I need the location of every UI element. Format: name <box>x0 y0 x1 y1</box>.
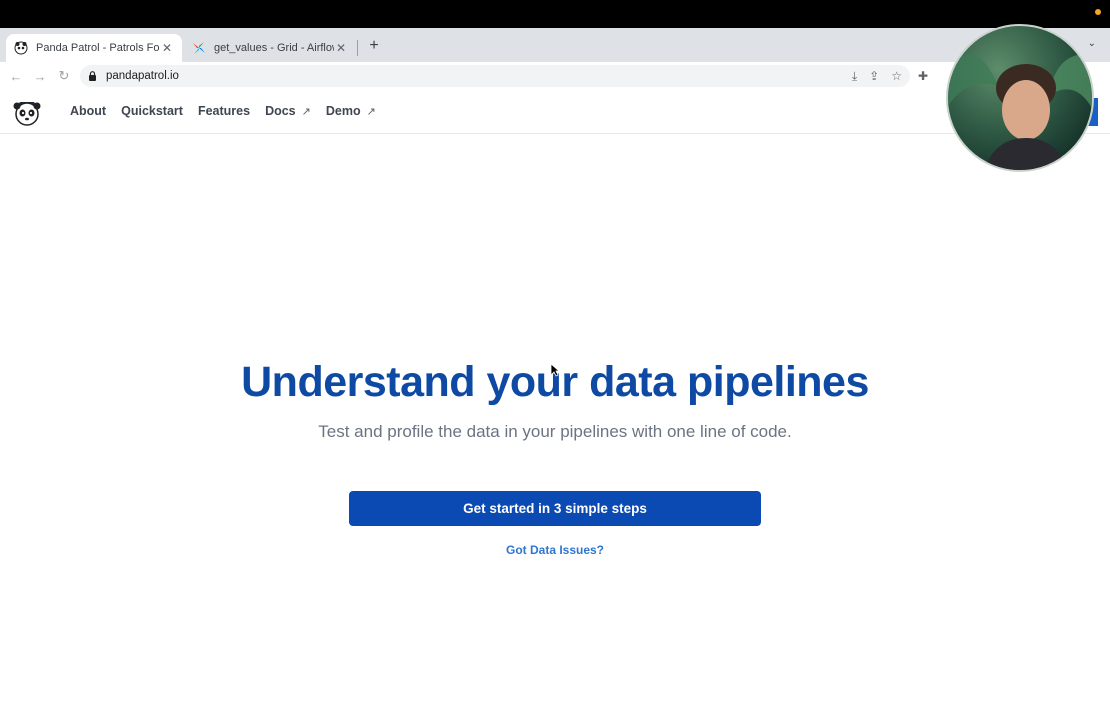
forward-icon[interactable]: → <box>28 69 52 84</box>
browser-chrome: Panda Patrol - Patrols For Dat ✕ get_val… <box>0 28 1110 90</box>
install-icon[interactable]: ⤓ <box>852 69 857 84</box>
chevron-down-icon[interactable]: ⌄ <box>1088 38 1096 49</box>
close-tab-icon[interactable]: ✕ <box>160 41 174 55</box>
nav-docs-label: Docs <box>265 104 296 118</box>
new-tab-icon[interactable]: + <box>364 36 384 56</box>
address-text: pandapatrol.io <box>106 70 179 82</box>
share-icon[interactable]: ⇪ <box>869 69 879 84</box>
tab-separator <box>357 40 358 56</box>
nav-about[interactable]: About <box>70 104 106 118</box>
reload-icon[interactable]: ↻ <box>52 68 76 84</box>
extensions-puzzle-icon[interactable]: ✚ <box>918 69 928 83</box>
address-bar[interactable]: pandapatrol.io ⤓ ⇪ ☆ <box>80 65 910 87</box>
nav-demo[interactable]: Demo ↗ <box>326 104 376 118</box>
tab-title: get_values - Grid - Airflow <box>214 42 334 54</box>
tab-panda-patrol[interactable]: Panda Patrol - Patrols For Dat ✕ <box>6 34 182 62</box>
back-icon[interactable]: ← <box>4 69 28 84</box>
panda-favicon-icon <box>14 41 28 55</box>
external-link-icon: ↗ <box>301 105 311 118</box>
get-started-button[interactable]: Get started in 3 simple steps <box>349 491 761 526</box>
nav-demo-label: Demo <box>325 104 361 118</box>
webcam-overlay <box>946 24 1094 172</box>
nav-links: About Quickstart Features Docs ↗ Demo ↗ <box>70 104 376 118</box>
recording-indicator-icon <box>1095 9 1101 15</box>
tab-airflow[interactable]: get_values - Grid - Airflow ✕ <box>184 34 356 62</box>
web-page: About Quickstart Features Docs ↗ Demo ↗ Un… <box>0 90 1110 720</box>
hero-subtitle: Test and profile the data in your pipeli… <box>318 422 792 441</box>
mouse-cursor-icon <box>550 363 561 377</box>
airflow-favicon-icon <box>192 41 206 55</box>
omnibox-actions: ⤓ ⇪ ☆ <box>852 69 902 84</box>
tab-title: Panda Patrol - Patrols For Dat <box>36 42 160 54</box>
lock-icon <box>88 71 98 81</box>
close-tab-icon[interactable]: ✕ <box>334 41 348 55</box>
tab-strip: Panda Patrol - Patrols For Dat ✕ get_val… <box>0 28 1110 62</box>
got-data-issues-link[interactable]: Got Data Issues? <box>0 543 1110 557</box>
nav-features[interactable]: Features <box>198 104 250 118</box>
site-navbar: About Quickstart Features Docs ↗ Demo ↗ <box>0 90 1110 134</box>
browser-toolbar: ← → ↻ pandapatrol.io ⤓ ⇪ ☆ ✚ <box>0 62 1110 90</box>
bookmark-star-icon[interactable]: ☆ <box>891 69 902 84</box>
os-menu-bar <box>0 0 1110 28</box>
panda-logo-icon[interactable] <box>13 96 41 126</box>
external-link-icon: ↗ <box>366 105 376 118</box>
nav-quickstart[interactable]: Quickstart <box>121 104 183 118</box>
nav-docs[interactable]: Docs ↗ <box>265 104 311 118</box>
extensions-area: ✚ <box>918 69 928 83</box>
